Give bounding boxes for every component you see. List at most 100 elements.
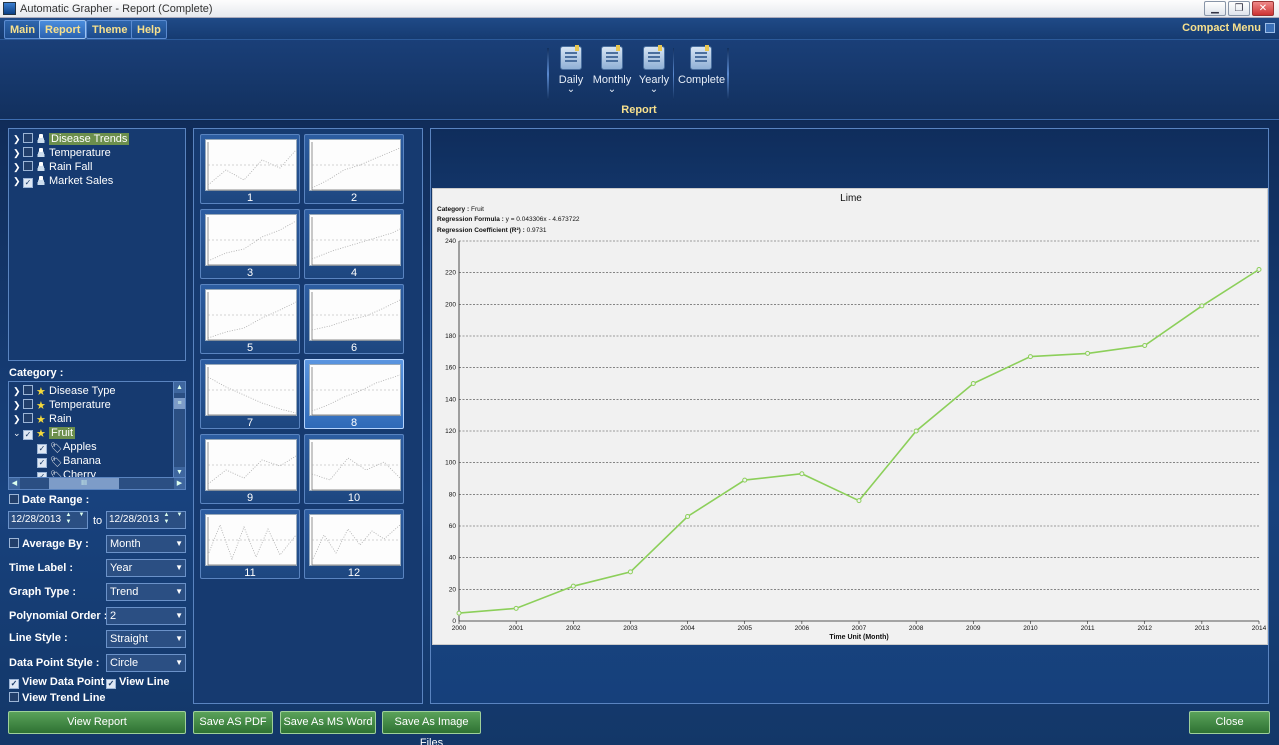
- checkbox[interactable]: ✓: [37, 444, 47, 454]
- chart-title: Lime: [840, 193, 862, 204]
- graph-thumbnail[interactable]: 2: [304, 134, 404, 204]
- checkbox[interactable]: [23, 385, 33, 395]
- tree-item-disease-trends[interactable]: ❯ Disease Trends: [13, 133, 130, 147]
- expand-arrow-icon[interactable]: ❯: [13, 162, 23, 173]
- data-point: [799, 471, 805, 477]
- ribbon-complete-button[interactable]: Complete: [678, 45, 725, 86]
- date-range-option[interactable]: Date Range :: [9, 494, 89, 506]
- close-button[interactable]: Close: [1189, 711, 1270, 734]
- vertical-scrollbar[interactable]: ▲ ≡ ▼: [173, 382, 185, 478]
- view-trend-line-option[interactable]: View Trend Line: [9, 692, 106, 704]
- thumbnail-number: 3: [246, 267, 254, 279]
- average-by-option[interactable]: Average By :: [9, 538, 89, 550]
- checkbox[interactable]: ✓: [23, 430, 33, 440]
- chevron-down-icon[interactable]: ⌄: [556, 85, 586, 95]
- checkbox[interactable]: [23, 399, 33, 409]
- graph-thumbnail[interactable]: 10: [304, 434, 404, 504]
- compact-menu-button[interactable]: Compact Menu: [1182, 22, 1261, 34]
- graph-thumbnail[interactable]: 7: [200, 359, 300, 429]
- polynomial-order-select[interactable]: 2 ▼: [106, 607, 186, 625]
- scroll-left-icon[interactable]: ◀: [9, 478, 20, 489]
- view-data-point-option[interactable]: ✓ View Data Point: [9, 676, 104, 689]
- checkbox[interactable]: ✓: [9, 679, 19, 689]
- tree-item-temperature[interactable]: ❯ ★ Temperature: [13, 399, 111, 413]
- menu-help[interactable]: Help: [131, 20, 167, 39]
- checkbox[interactable]: [9, 692, 19, 702]
- expand-arrow-icon[interactable]: ❯: [13, 134, 23, 145]
- data-point: [856, 498, 862, 504]
- graph-thumbnail[interactable]: 1: [200, 134, 300, 204]
- graph-thumbnail[interactable]: 9: [200, 434, 300, 504]
- line-style-select[interactable]: Straight ▼: [106, 630, 186, 648]
- graph-type-select[interactable]: Trend ▼: [106, 583, 186, 601]
- graph-thumbnail[interactable]: 4: [304, 209, 404, 279]
- chevron-down-icon[interactable]: ⌄: [592, 85, 632, 95]
- spin-icon[interactable]: ▲ ▼: [161, 512, 172, 528]
- tree-item-rain[interactable]: ❯ ★ Rain: [13, 413, 72, 427]
- report-book-icon: [601, 45, 623, 70]
- tree-item-market-sales[interactable]: ❯ ✓ Market Sales: [13, 175, 113, 189]
- maximize-button[interactable]: ❐: [1228, 1, 1250, 16]
- expand-arrow-icon[interactable]: ❯: [13, 176, 23, 187]
- collapse-arrow-icon[interactable]: ⌄: [13, 428, 23, 439]
- checkbox[interactable]: [23, 413, 33, 423]
- ribbon-monthly-button[interactable]: Monthly ⌄: [592, 45, 632, 95]
- view-report-button[interactable]: View Report: [8, 711, 186, 734]
- date-to-field[interactable]: 12/28/2013 ▲ ▼ ▼: [106, 511, 186, 529]
- checkbox[interactable]: ✓: [106, 679, 116, 689]
- graph-thumbnail[interactable]: 6: [304, 284, 404, 354]
- save-word-button[interactable]: Save As MS Word: [280, 711, 376, 734]
- compact-menu-icon[interactable]: [1265, 23, 1275, 33]
- graph-thumbnail[interactable]: 8: [304, 359, 404, 429]
- scroll-right-icon[interactable]: ▶: [174, 478, 185, 489]
- chevron-down-icon[interactable]: ▼: [76, 512, 87, 528]
- chevron-down-icon[interactable]: ⌄: [637, 85, 671, 95]
- scroll-up-icon[interactable]: ▲: [174, 382, 185, 393]
- spin-icon[interactable]: ▲ ▼: [63, 512, 74, 528]
- tree-item-rain-fall[interactable]: ❯ Rain Fall: [13, 161, 92, 175]
- graph-thumbnail[interactable]: 5: [200, 284, 300, 354]
- tree-item-fruit[interactable]: ⌄ ✓ ★ Fruit: [13, 427, 75, 441]
- average-by-select[interactable]: Month ▼: [106, 535, 186, 553]
- data-point-style-value: Circle: [110, 657, 139, 669]
- menu-report[interactable]: Report: [39, 20, 87, 39]
- checkbox[interactable]: [23, 147, 33, 157]
- close-window-button[interactable]: ✕: [1252, 1, 1274, 16]
- expand-arrow-icon[interactable]: ❯: [13, 386, 23, 397]
- date-from-field[interactable]: 12/28/2013 ▲ ▼ ▼: [8, 511, 88, 529]
- view-line-option[interactable]: ✓ View Line: [106, 676, 170, 689]
- horizontal-scrollbar[interactable]: ◀ III ▶: [9, 477, 185, 489]
- minimize-button[interactable]: ▁: [1204, 1, 1226, 16]
- ribbon-daily-button[interactable]: Daily ⌄: [556, 45, 586, 95]
- tree-item-temperature[interactable]: ❯ Temperature: [13, 147, 111, 161]
- checkbox[interactable]: [23, 133, 33, 143]
- category-tree: ❯ ★ Disease Type ❯ ★ Temperature ❯ ★ Rain ⌄ ✓ ★ F…: [8, 381, 186, 490]
- data-point-style-select[interactable]: Circle ▼: [106, 654, 186, 672]
- chevron-down-icon[interactable]: ▼: [174, 512, 185, 528]
- checkbox[interactable]: [9, 494, 19, 504]
- checkbox[interactable]: ✓: [23, 178, 33, 188]
- checkbox[interactable]: ✓: [37, 458, 47, 468]
- graph-thumbnail[interactable]: 12: [304, 509, 404, 579]
- checkbox[interactable]: [9, 538, 19, 548]
- checkbox[interactable]: [23, 161, 33, 171]
- tree-item-disease-type[interactable]: ❯ ★ Disease Type: [13, 385, 115, 399]
- save-pdf-button[interactable]: Save AS PDF: [193, 711, 273, 734]
- menu-theme[interactable]: Theme: [86, 20, 134, 39]
- time-label-select[interactable]: Year ▼: [106, 559, 186, 577]
- scroll-thumb[interactable]: III: [49, 478, 119, 489]
- expand-arrow-icon[interactable]: ❯: [13, 148, 23, 159]
- thumbnail-number: 1: [246, 192, 254, 204]
- ribbon-yearly-button[interactable]: Yearly ⌄: [637, 45, 671, 95]
- expand-arrow-icon[interactable]: ❯: [13, 400, 23, 411]
- date-from-value: 12/28/2013: [11, 514, 62, 525]
- graph-thumbnail[interactable]: 11: [200, 509, 300, 579]
- tree-item-apples[interactable]: ✓ 🏷Apples: [37, 441, 97, 455]
- tree-item-banana[interactable]: ✓ 🏷Banana: [37, 455, 101, 469]
- graph-thumbnail[interactable]: 3: [200, 209, 300, 279]
- menu-main[interactable]: Main: [4, 20, 42, 39]
- expand-arrow-icon[interactable]: ❯: [13, 414, 23, 425]
- view-trend-line-label: View Trend Line: [22, 692, 106, 704]
- scroll-thumb[interactable]: ≡: [174, 398, 185, 409]
- save-image-button[interactable]: Save As Image Files: [382, 711, 481, 745]
